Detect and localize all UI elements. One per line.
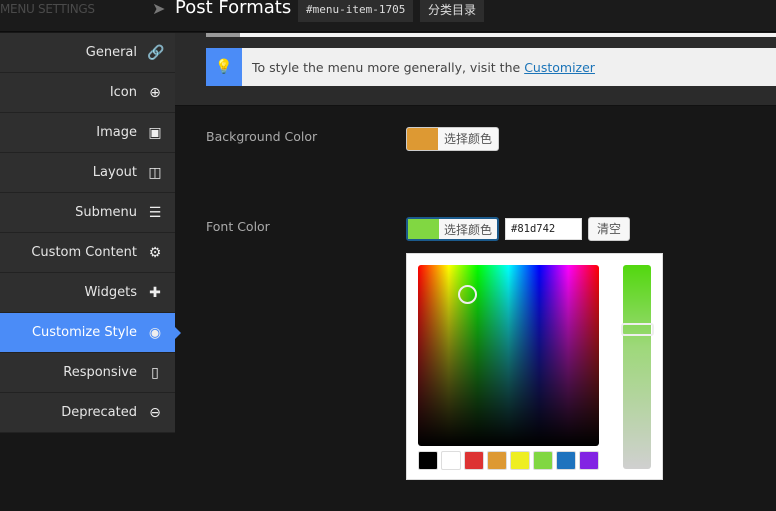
minus-circle-icon: ⊖ bbox=[149, 404, 161, 421]
palette-swatch[interactable] bbox=[510, 451, 530, 470]
palette-swatch[interactable] bbox=[464, 451, 484, 470]
font-color-label: Font Color bbox=[206, 219, 270, 234]
sidebar-item-label: Image bbox=[96, 125, 137, 140]
font-color-swatch bbox=[408, 219, 439, 239]
list-icon: ☰ bbox=[148, 204, 162, 221]
eye-icon: ◉ bbox=[148, 324, 162, 341]
puzzle-icon: ✚ bbox=[149, 284, 161, 301]
palette-swatch[interactable] bbox=[418, 451, 438, 470]
palette-swatch[interactable] bbox=[579, 451, 599, 470]
lightness-slider[interactable] bbox=[623, 265, 651, 469]
page-title: Post Formats bbox=[175, 0, 292, 18]
slider-handle[interactable] bbox=[621, 323, 654, 336]
notice-section: 💡 To style the menu more generally, visi… bbox=[175, 33, 776, 106]
font-color-button[interactable]: 选择颜色 bbox=[406, 217, 499, 241]
select-color-label: 选择颜色 bbox=[443, 223, 492, 237]
select-color-label: 选择颜色 bbox=[443, 132, 492, 146]
background-color-label: Background Color bbox=[206, 129, 318, 144]
sidebar-item-general[interactable]: General 🔗 bbox=[0, 33, 175, 73]
sidebar-item-customize-style[interactable]: Customize Style ◉ bbox=[0, 313, 181, 353]
sidebar-item-label: Responsive bbox=[63, 365, 137, 380]
palette bbox=[418, 451, 599, 470]
color-picker bbox=[406, 253, 663, 480]
image-icon: ▣ bbox=[148, 124, 162, 141]
sidebar-item-responsive[interactable]: Responsive ▯ bbox=[0, 353, 175, 393]
header: MENU SETTINGS ➤ Post Formats #menu-item-… bbox=[0, 0, 776, 32]
divider bbox=[206, 33, 240, 37]
background-color-swatch bbox=[407, 128, 438, 150]
link-icon: 🔗 bbox=[147, 44, 165, 61]
clear-button[interactable]: 清空 bbox=[588, 217, 630, 241]
cogs-icon: ⚙ bbox=[148, 244, 162, 261]
sidebar-item-label: Deprecated bbox=[61, 405, 137, 420]
palette-swatch[interactable] bbox=[441, 451, 461, 470]
sidebar: General 🔗 Icon ⊕ Image ▣ Layout ◫ Submenu ☰ Custom… bbox=[0, 33, 181, 433]
sidebar-item-icon[interactable]: Icon ⊕ bbox=[0, 73, 175, 113]
palette-swatch[interactable] bbox=[533, 451, 553, 470]
customizer-link[interactable]: Customizer bbox=[524, 60, 595, 75]
category-badge: 分类目录 bbox=[420, 0, 485, 22]
location-arrow-icon: ➤ bbox=[152, 0, 166, 18]
plus-circle-icon: ⊕ bbox=[149, 84, 161, 101]
sidebar-item-label: Customize Style bbox=[31, 325, 137, 340]
columns-icon: ◫ bbox=[148, 164, 162, 181]
divider bbox=[240, 33, 776, 37]
lightbulb-icon: 💡 bbox=[206, 48, 242, 86]
sidebar-item-deprecated[interactable]: Deprecated ⊖ bbox=[0, 393, 175, 433]
sidebar-item-label: Custom Content bbox=[31, 245, 137, 260]
sidebar-item-label: Icon bbox=[109, 85, 137, 100]
hex-input[interactable] bbox=[505, 218, 582, 240]
sidebar-item-label: Widgets bbox=[84, 285, 137, 300]
sidebar-item-widgets[interactable]: Widgets ✚ bbox=[0, 273, 175, 313]
color-square[interactable] bbox=[418, 265, 599, 446]
palette-swatch[interactable] bbox=[487, 451, 507, 470]
mobile-icon: ▯ bbox=[151, 364, 159, 381]
sidebar-item-layout[interactable]: Layout ◫ bbox=[0, 153, 175, 193]
color-handle[interactable] bbox=[458, 285, 477, 304]
notice: 💡 To style the menu more generally, visi… bbox=[206, 48, 776, 86]
sidebar-item-label: Submenu bbox=[75, 205, 137, 220]
sidebar-item-custom-content[interactable]: Custom Content ⚙ bbox=[0, 233, 175, 273]
sidebar-item-label: Layout bbox=[92, 165, 137, 180]
sidebar-item-label: General bbox=[85, 45, 137, 60]
sidebar-item-image[interactable]: Image ▣ bbox=[0, 113, 175, 153]
section-label: MENU SETTINGS bbox=[0, 2, 95, 16]
notice-text: To style the menu more generally, visit … bbox=[252, 59, 521, 75]
background-color-button[interactable]: 选择颜色 bbox=[406, 127, 499, 151]
menu-item-id-badge: #menu-item-1705 bbox=[298, 0, 414, 22]
palette-swatch[interactable] bbox=[556, 451, 576, 470]
sidebar-item-submenu[interactable]: Submenu ☰ bbox=[0, 193, 175, 233]
